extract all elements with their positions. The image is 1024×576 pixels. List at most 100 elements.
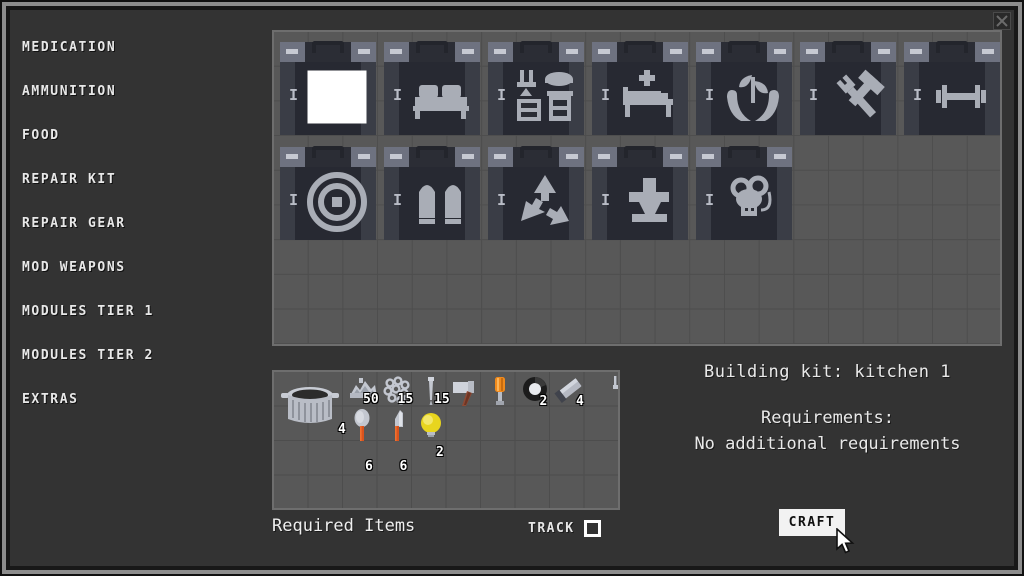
recipe-slot-label: I — [497, 191, 507, 209]
requirements-value: No additional requirements — [694, 434, 961, 454]
sidebar-item-modules-tier-2[interactable]: MODULES TIER 2 — [22, 334, 262, 378]
recipe-slot-bullets[interactable]: I — [380, 140, 483, 243]
case-clip-icon — [566, 49, 578, 54]
required-item-scrap-metal[interactable]: 50 — [345, 374, 379, 408]
case-clip-icon — [494, 154, 506, 159]
required-item-bulb[interactable]: 2 — [414, 409, 448, 460]
sidebar-item-mod-weapons[interactable]: MOD WEAPONS — [22, 246, 262, 290]
case-clip-icon — [806, 49, 818, 54]
recipe-slot-label: I — [913, 86, 923, 104]
recipe-slot-hammer-wrench[interactable]: I — [796, 35, 899, 138]
furniture-icon — [512, 64, 578, 130]
case-handle-icon — [416, 41, 448, 53]
sidebar-item-modules-tier-1[interactable]: MODULES TIER 1 — [22, 290, 262, 334]
case-clip-icon — [286, 154, 298, 159]
toolbox-case: I — [384, 41, 480, 135]
required-item-spoon[interactable]: 6 — [345, 408, 379, 474]
toolbox-case: I — [488, 146, 584, 240]
sidebar-item-label: MEDICATION — [22, 40, 117, 55]
recipe-slot-label: I — [289, 86, 299, 104]
recipe-slot-label: I — [809, 86, 819, 104]
recipe-slot-label: I — [601, 191, 611, 209]
recipe-slot-recycle[interactable]: I — [484, 140, 587, 243]
required-items-label: Required Items — [272, 516, 416, 536]
case-handle-icon — [520, 41, 552, 53]
bullets-icon — [408, 169, 474, 235]
target-icon — [304, 169, 370, 235]
recipe-row-1: IIIIIII — [276, 35, 1000, 138]
recipe-info: Building kit: kitchen 1 Requirements: No… — [640, 362, 1015, 454]
close-button[interactable] — [993, 12, 1011, 30]
sidebar-item-label: REPAIR GEAR — [22, 216, 126, 231]
required-item-cooking-pot[interactable]: 4 — [276, 374, 346, 442]
toolbox-case: I — [592, 41, 688, 135]
track-toggle[interactable]: TRACK — [528, 520, 601, 537]
case-clip-icon — [358, 154, 370, 159]
recipe-slot-mouse[interactable]: I — [692, 140, 795, 243]
required-item-duct-tape[interactable]: 2 — [518, 374, 552, 409]
recipe-slot-label: I — [393, 191, 403, 209]
required-item-nail[interactable]: 15 — [414, 374, 450, 408]
toolbox-case: I — [280, 146, 376, 240]
sidebar-item-label: REPAIR KIT — [22, 172, 117, 187]
sidebar-item-medication[interactable]: MEDICATION — [22, 26, 262, 70]
toolbox-case: I — [800, 41, 896, 135]
case-clip-icon — [774, 154, 786, 159]
required-item-kitchen-knife[interactable]: 6 — [380, 409, 414, 474]
recipe-title: Building kit: kitchen 1 — [704, 362, 951, 382]
toolbox-case: I — [696, 146, 792, 240]
sidebar-item-label: MOD WEAPONS — [22, 260, 126, 275]
case-clip-icon — [390, 154, 402, 159]
case-clip-icon — [878, 49, 890, 54]
recipe-slot-anvil[interactable]: I — [588, 140, 691, 243]
craft-button[interactable]: CRAFT — [779, 509, 845, 536]
case-handle-icon — [936, 41, 968, 53]
recipe-grid-panel[interactable]: I I I I I I I I I I I I — [272, 30, 1002, 346]
sidebar-item-label: MODULES TIER 2 — [22, 348, 154, 363]
case-clip-icon — [774, 49, 786, 54]
recipe-slot-furniture[interactable]: I — [484, 35, 587, 138]
recipe-slot-target[interactable]: I — [276, 140, 379, 243]
required-item-metal-pipe[interactable]: 4 — [552, 374, 586, 409]
recipe-slot-label: I — [497, 86, 507, 104]
recipe-slot-bed[interactable]: I — [380, 35, 483, 138]
required-item-screwdriver[interactable] — [483, 374, 517, 408]
toolbox-case: I — [696, 41, 792, 135]
close-icon — [996, 15, 1008, 27]
case-clip-icon — [670, 49, 682, 54]
track-label: TRACK — [528, 521, 575, 536]
case-clip-icon — [286, 49, 298, 54]
sidebar-item-label: MODULES TIER 1 — [22, 304, 154, 319]
sidebar-item-repair-gear[interactable]: REPAIR GEAR — [22, 202, 262, 246]
required-item-hammer[interactable] — [449, 374, 483, 408]
case-handle-icon — [416, 146, 448, 158]
sidebar-item-extras[interactable]: EXTRAS — [22, 378, 262, 422]
case-clip-icon — [982, 49, 994, 54]
recipe-slot-plant-hands[interactable]: I — [692, 35, 795, 138]
recipe-slot-dumbbell[interactable]: I — [900, 35, 1000, 138]
case-handle-icon — [728, 41, 760, 53]
track-checkbox[interactable] — [583, 520, 601, 537]
case-clip-icon — [494, 49, 506, 54]
required-item-screws[interactable]: 15 — [380, 374, 414, 408]
required-items-panel[interactable]: 4501515246662 — [272, 370, 620, 510]
sidebar-item-ammunition[interactable]: AMMUNITION — [22, 70, 262, 114]
sidebar-item-label: AMMUNITION — [22, 84, 117, 99]
recycle-icon — [512, 169, 578, 235]
sidebar-item-label: EXTRAS — [22, 392, 79, 407]
sidebar-item-label: FOOD — [22, 128, 60, 143]
recipe-slot-medical-bed[interactable]: I — [588, 35, 691, 138]
recipe-slot-crate[interactable]: I — [276, 35, 379, 138]
case-clip-icon — [462, 154, 474, 159]
sidebar-item-repair-kit[interactable]: REPAIR KIT — [22, 158, 262, 202]
case-clip-icon — [566, 154, 578, 159]
toolbox-case: I — [592, 146, 688, 240]
bed-icon — [408, 64, 474, 130]
sidebar-item-food[interactable]: FOOD — [22, 114, 262, 158]
case-clip-icon — [358, 49, 370, 54]
case-handle-icon — [624, 41, 656, 53]
crafting-screen: MEDICATION AMMUNITION FOOD REPAIR KIT REPAIR… — [0, 0, 1024, 576]
category-sidebar: MEDICATION AMMUNITION FOOD REPAIR KIT REPAIR… — [22, 26, 262, 426]
case-clip-icon — [702, 154, 714, 159]
required-item-spatula[interactable]: 6 — [604, 374, 618, 408]
